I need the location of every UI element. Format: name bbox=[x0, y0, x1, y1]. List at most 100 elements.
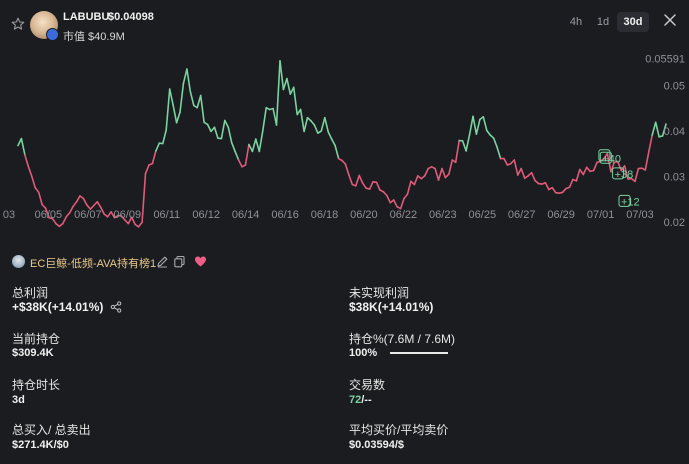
price-line-segment bbox=[30, 175, 37, 189]
buy-marker-label: +40 bbox=[602, 153, 621, 165]
price-line-segment bbox=[213, 126, 219, 139]
price-line-segment bbox=[151, 150, 157, 165]
x-tick-label: 06/29 bbox=[547, 209, 575, 221]
price-line-segment bbox=[20, 137, 26, 156]
price-line-segment bbox=[634, 167, 640, 183]
price-line-segment bbox=[303, 116, 309, 133]
y-tick-label: 0.05591 bbox=[645, 54, 685, 66]
price-line-segment bbox=[461, 140, 467, 152]
price-line-segment bbox=[34, 186, 40, 194]
x-tick-label: 06/07 bbox=[74, 209, 102, 221]
close-icon[interactable] bbox=[662, 12, 678, 28]
x-tick-label: 07/03 bbox=[626, 209, 654, 221]
price-line-segment bbox=[492, 137, 498, 149]
price-line-segment bbox=[348, 174, 354, 186]
price-line-segment bbox=[75, 195, 81, 203]
price-line-segment bbox=[299, 108, 305, 133]
price-line-segment bbox=[520, 167, 526, 179]
x-tick-label: 06/25 bbox=[469, 209, 497, 221]
token-ticker: LABUBU bbox=[63, 11, 110, 23]
buy-sell-label: 总买入/ 总卖出 bbox=[12, 423, 91, 437]
price-line-segment bbox=[575, 168, 581, 182]
price-line-segment bbox=[496, 146, 502, 160]
price-line-segment bbox=[320, 116, 326, 132]
holding-pct-label: 持仓%(7.6M / 7.6M) bbox=[349, 332, 456, 346]
x-tick-label: 06/20 bbox=[350, 209, 378, 221]
price-line-segment bbox=[179, 82, 185, 114]
price-line-segment bbox=[144, 164, 150, 175]
unrealized-profit-label: 未实现利润 bbox=[349, 286, 410, 300]
x-tick-label: 03 bbox=[3, 209, 15, 221]
price-line-segment bbox=[368, 181, 374, 190]
price-line-segment bbox=[162, 129, 167, 145]
price-chart[interactable]: +40 +38 +12 0.05591 0.05 0.04 0.03 0.02 03 06/0… bbox=[0, 50, 689, 230]
x-tick-label: 07/01 bbox=[587, 209, 615, 221]
trades-sell-count: /-- bbox=[361, 394, 372, 406]
price-line-segment bbox=[361, 182, 367, 189]
price-line-segment bbox=[258, 130, 264, 153]
copy-icon[interactable] bbox=[173, 255, 186, 268]
price-line-segment bbox=[224, 119, 230, 129]
x-tick-label: 06/23 bbox=[429, 209, 457, 221]
price-line-segment bbox=[468, 115, 474, 136]
price-line-segment bbox=[516, 167, 523, 176]
price-line-segment bbox=[375, 181, 381, 191]
price-line-segment bbox=[96, 201, 102, 209]
holding-progress-bar bbox=[390, 352, 448, 354]
price-line-segment bbox=[585, 166, 592, 173]
price-line-segment bbox=[403, 193, 409, 200]
star-icon[interactable] bbox=[11, 17, 25, 31]
price-line-segment bbox=[189, 90, 195, 107]
price-line-segment bbox=[292, 86, 299, 116]
price-line-segment bbox=[582, 166, 588, 176]
trades-buy-count: 72 bbox=[349, 394, 362, 406]
price-line-segment bbox=[323, 116, 330, 133]
price-line-segment bbox=[275, 60, 281, 126]
price-line-segment bbox=[413, 175, 419, 186]
timeframe-4h[interactable]: 4h bbox=[564, 12, 588, 32]
price-line-segment bbox=[106, 211, 112, 218]
price-line-segment bbox=[234, 150, 240, 161]
share-icon[interactable] bbox=[110, 301, 122, 313]
x-tick-label: 06/11 bbox=[153, 209, 180, 221]
y-tick-label: 0.02 bbox=[664, 217, 685, 229]
price-line-segment bbox=[344, 163, 350, 176]
buy-marker-label: +12 bbox=[621, 196, 640, 208]
price-line-segment bbox=[441, 167, 447, 179]
price-line-segment bbox=[165, 88, 171, 131]
price-line-segment bbox=[27, 165, 33, 178]
price-line-segment bbox=[237, 159, 243, 168]
total-profit-value: +$38K(+14.01%) bbox=[12, 300, 104, 314]
price-line-segment bbox=[330, 138, 336, 147]
avg-price-value: $0.03594/$ bbox=[349, 439, 405, 451]
price-line-segment bbox=[230, 141, 236, 153]
price-line-segment bbox=[513, 159, 519, 176]
price-line-segment bbox=[255, 138, 261, 153]
price-line-segment bbox=[434, 167, 440, 181]
timeframe-1d[interactable]: 1d bbox=[592, 12, 614, 32]
x-tick-label: 06/12 bbox=[192, 209, 220, 221]
edit-icon[interactable] bbox=[156, 255, 169, 268]
price-line-segment bbox=[182, 68, 188, 85]
y-tick-label: 0.03 bbox=[664, 171, 685, 183]
x-tick-label: 06/22 bbox=[390, 209, 418, 221]
market-cap: 市值 $40.9M bbox=[63, 31, 125, 43]
y-tick-label: 0.04 bbox=[664, 126, 685, 138]
position-label: 当前持仓 bbox=[12, 332, 61, 346]
wallet-name[interactable]: EC巨鲸-低频-AVA持有榜1 bbox=[30, 255, 156, 271]
unrealized-profit-value: $38K(+14.01%) bbox=[349, 300, 434, 314]
price-line-segment bbox=[423, 167, 430, 177]
total-profit-label: 总利润 bbox=[12, 286, 49, 300]
price-line-segment bbox=[206, 123, 212, 133]
price-line-segment bbox=[313, 124, 319, 134]
token-price: $0.04098 bbox=[108, 11, 154, 23]
x-tick-label: 06/05 bbox=[35, 209, 63, 221]
price-line-segment bbox=[482, 116, 488, 132]
x-tick-label: 06/14 bbox=[232, 209, 260, 221]
heart-icon[interactable] bbox=[194, 255, 207, 268]
price-line-segment bbox=[155, 142, 161, 152]
duration-label: 持仓时长 bbox=[12, 378, 61, 392]
price-line-segment bbox=[61, 216, 68, 225]
timeframe-30d[interactable]: 30d bbox=[617, 12, 649, 32]
price-line-segment bbox=[261, 106, 268, 133]
